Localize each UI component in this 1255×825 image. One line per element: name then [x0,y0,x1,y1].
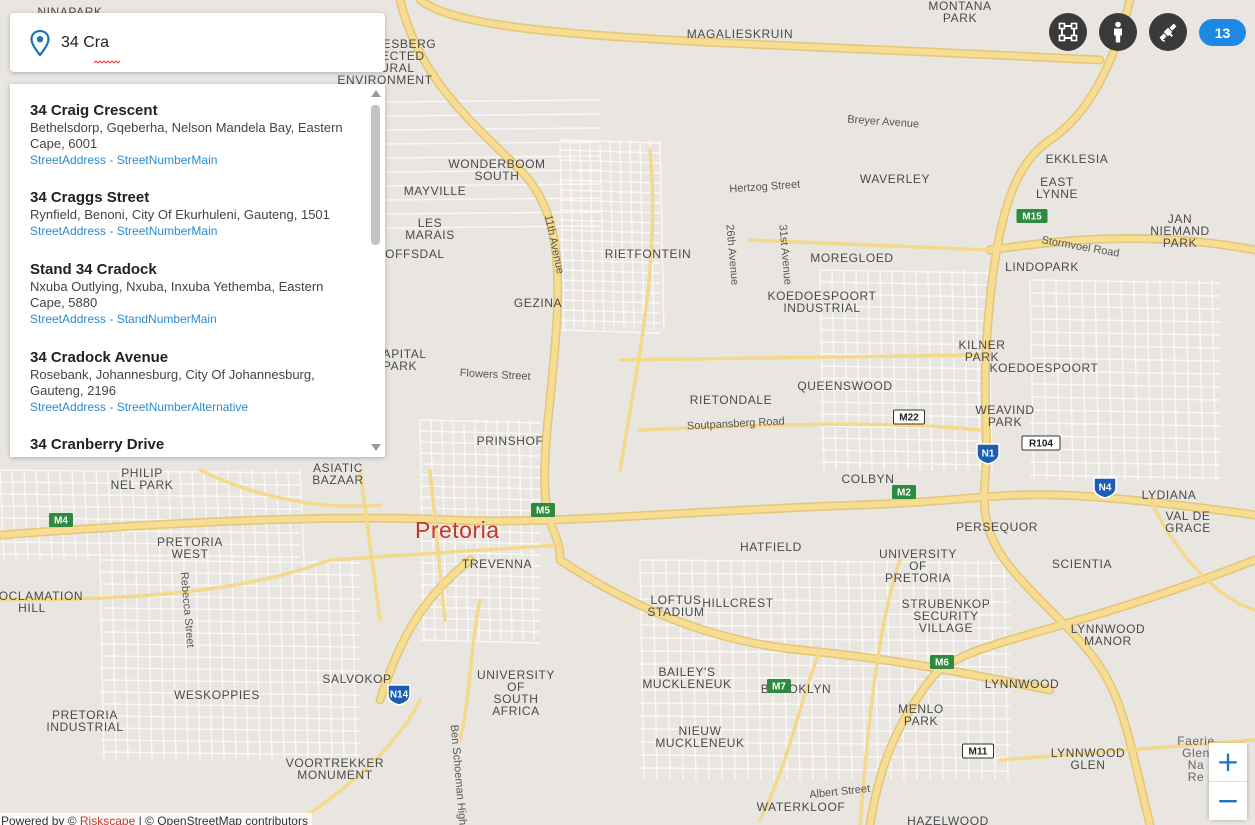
satellite-icon [1159,23,1177,42]
result-item[interactable]: Stand 34 Cradock Nxuba Outlying, Nxuba, … [10,260,370,327]
result-type: StreetAddress - StreetNumberAlternative [30,400,249,414]
street-view-button[interactable] [1099,13,1137,51]
search-results-dropdown[interactable]: 34 Craig Crescent Bethelsdorp, Gqeberha,… [10,84,385,457]
place-label: SCIENTIA [1052,557,1112,571]
polygon-select-button[interactable] [1049,13,1087,51]
result-address: Nxuba Outlying, Nxuba, Inxuba Yethemba, … [30,279,324,310]
result-type: StreetAddress - StandNumberMain [30,312,217,326]
scroll-down-arrow-icon[interactable] [371,444,381,451]
route-shield: R104 [1021,435,1061,451]
place-label: HAZELWOOD [907,814,989,825]
place-label: EAST LYNNE [1036,175,1078,201]
result-item[interactable]: 34 Craig Crescent Bethelsdorp, Gqeberha,… [10,101,370,168]
route-shield: M11 [962,743,994,759]
place-label: MAYVILLE [404,184,467,198]
zoom-out-button[interactable]: − [1209,782,1247,820]
place-label: PRETORIA INDUSTRIAL [46,708,123,734]
svg-text:M6: M6 [935,658,949,669]
search-input[interactable] [59,29,363,57]
svg-text:M4: M4 [54,516,68,527]
route-shield: M15 [1016,209,1048,223]
place-label: MOREGLOED [810,251,893,265]
place-label: RIETONDALE [690,393,772,407]
route-shield: M2 [892,485,916,499]
spellcheck-underline [94,60,120,64]
svg-text:M7: M7 [772,682,786,693]
route-shield: N4 [1093,477,1117,499]
place-label: ASIATIC BAZAAR [312,461,364,487]
route-shield: M5 [531,503,555,517]
place-label: LINDOPARK [1005,260,1079,274]
place-label: SALVOKOP [322,672,391,686]
svg-text:N14: N14 [390,690,409,701]
place-label: MENLO PARK [898,702,944,728]
result-item[interactable]: 34 Cradock Avenue Rosebank, Johannesburg… [10,348,370,415]
place-label: RIETFONTEIN [605,247,692,261]
zoom-level-badge: 13 [1199,19,1246,46]
zoom-controls: + − [1209,743,1247,820]
result-type: StreetAddress - StreetNumberMain [30,153,218,167]
city-label: Pretoria [415,517,500,543]
place-label: LYDIANA [1142,488,1197,502]
zoom-in-button[interactable]: + [1209,743,1247,781]
riskscape-link[interactable]: Riskscape [80,814,135,825]
result-address: Rosebank, Johannesburg, City Of Johannes… [30,367,315,398]
place-label: VOORTREKKER MONUMENT [286,756,384,782]
route-shield: M22 [893,409,925,425]
scrollbar-thumb[interactable] [371,105,380,245]
result-item[interactable]: 34 Cranberry Drive [10,435,370,454]
scroll-up-arrow-icon[interactable] [371,90,381,97]
svg-text:M15: M15 [1022,212,1042,223]
svg-text:M5: M5 [536,506,550,517]
place-label: LOFTUS STADIUM [647,593,704,619]
place-label: TREVENNA [462,557,532,571]
place-label: HATFIELD [740,540,802,554]
place-label: KOEDOESPOORT [989,361,1098,375]
polygon-select-icon [1058,22,1078,42]
svg-text:M22: M22 [899,413,919,424]
satellite-view-button[interactable] [1149,13,1187,51]
place-label: KOEDOESPOORT INDUSTRIAL [767,289,876,315]
place-label: WATERKLOOF [757,800,846,814]
svg-text:R104: R104 [1029,439,1053,450]
result-address: Rynfield, Benoni, City Of Ekurhuleni, Ga… [30,207,330,222]
svg-text:M2: M2 [897,488,911,499]
place-label: WAVERLEY [860,172,930,186]
route-shield: N14 [387,684,411,706]
place-label: LYNNWOOD [985,677,1060,691]
place-label: EKKLESIA [1046,152,1109,166]
place-label: COLBYN [842,472,895,486]
result-item[interactable]: 34 Craggs Street Rynfield, Benoni, City … [10,188,385,239]
place-label: MAGALIESKRUIN [687,27,794,41]
place-label: PERSEQUOR [956,520,1038,534]
result-name: 34 Craggs Street [30,189,150,206]
place-label: VAL DE GRACE [1165,509,1211,535]
svg-text:N4: N4 [1099,483,1112,494]
map-pin-icon [30,30,50,56]
route-shield: M4 [49,513,73,527]
person-icon [1114,21,1122,43]
osm-attribution: | © OpenStreetMap contributors [138,814,308,825]
result-name: 34 Cranberry Drive [30,436,165,453]
svg-text:N1: N1 [982,449,995,460]
route-shield: M7 [767,679,791,693]
place-label: PRINSHOF [477,434,544,448]
place-label: GEZINA [514,296,562,310]
route-shield: N1 [976,443,1000,465]
place-label: WESKOPPIES [174,688,260,702]
result-name: 34 Cradock Avenue [30,349,169,366]
result-name: 34 Craig Crescent [30,102,158,119]
place-label: QUEENSWOOD [797,379,892,393]
attribution-prefix: Powered by © [1,814,77,825]
result-type: StreetAddress - StreetNumberMain [30,224,218,238]
map-attribution: Powered by © Riskscape | © OpenStreetMap… [0,813,312,825]
search-box [10,13,385,72]
route-shield: M6 [930,655,954,669]
result-name: Stand 34 Cradock [30,261,157,278]
svg-text:M11: M11 [969,747,988,758]
result-address: Bethelsdorp, Gqeberha, Nelson Mandela Ba… [30,120,343,151]
place-label: HILLCREST [702,596,773,610]
